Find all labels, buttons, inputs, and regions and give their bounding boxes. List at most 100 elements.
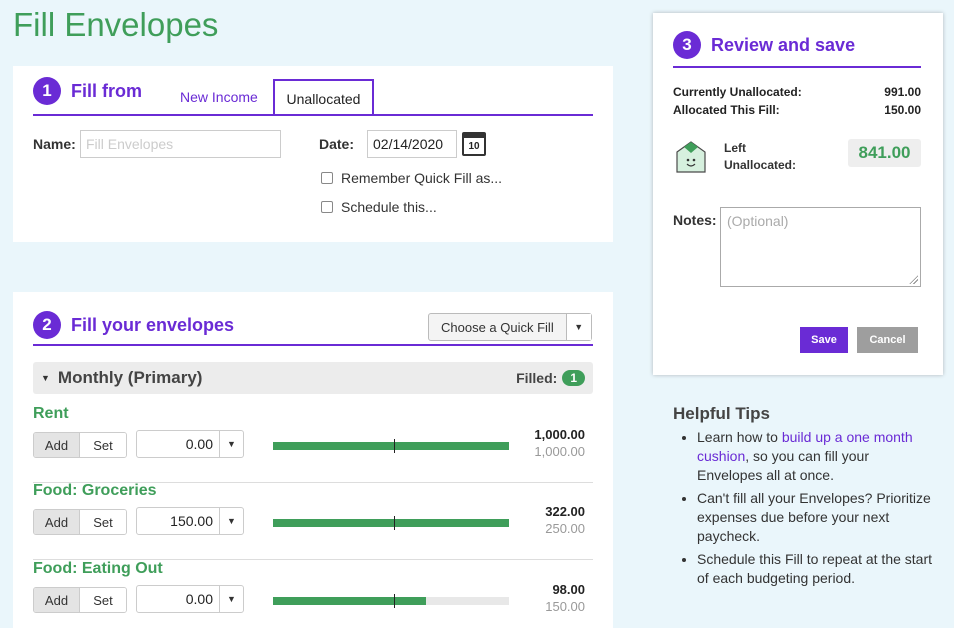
- envelope-budget: 1,000.00: [534, 444, 585, 459]
- name-label: Name:: [33, 136, 76, 152]
- page-title: Fill Envelopes: [13, 6, 219, 43]
- fill-amount-input[interactable]: 150.00 ▼: [136, 507, 244, 535]
- fill-amount-value[interactable]: 150.00: [137, 508, 219, 534]
- left-label-line2: Unallocated:: [724, 158, 797, 172]
- tip-item: Schedule this Fill to repeat at the star…: [697, 550, 933, 588]
- left-label-line1: Left: [724, 141, 746, 155]
- envelope-total: 1,000.00: [534, 427, 585, 442]
- schedule-checkbox[interactable]: [321, 201, 333, 213]
- allocated-this-fill-row: Allocated This Fill: 150.00: [673, 103, 921, 117]
- collapse-triangle-icon[interactable]: ▼: [41, 373, 50, 383]
- resize-grip-icon[interactable]: [909, 275, 918, 284]
- fill-envelopes-header: 2 Fill your envelopes: [33, 311, 234, 339]
- envelope-name: Food: Eating Out: [33, 560, 163, 577]
- set-button[interactable]: Set: [80, 433, 126, 457]
- fill-amount-input[interactable]: 0.00 ▼: [136, 585, 244, 613]
- remember-quick-fill-row[interactable]: Remember Quick Fill as...: [321, 170, 502, 186]
- chevron-down-icon[interactable]: ▼: [219, 586, 243, 612]
- progress-bar: [273, 594, 509, 608]
- add-set-toggle[interactable]: Add Set: [33, 432, 127, 458]
- chevron-down-icon[interactable]: ▼: [219, 431, 243, 457]
- date-label: Date:: [319, 136, 355, 152]
- envelope-row: Food: Eating Out Add Set 0.00 ▼ 98.00 15…: [33, 560, 593, 628]
- fill-from-header: 1 Fill from: [33, 77, 142, 105]
- date-input[interactable]: [367, 130, 457, 158]
- save-button[interactable]: Save: [800, 327, 848, 353]
- fill-from-divider: [33, 114, 593, 116]
- remember-quick-fill-checkbox[interactable]: [321, 172, 333, 184]
- envelope-mascot-icon: [676, 141, 706, 173]
- progress-fill: [273, 597, 427, 605]
- progress-fill: [273, 442, 509, 450]
- currently-unallocated-value: 991.00: [884, 85, 921, 99]
- fill-from-card: 1 Fill from New Income Unallocated Name:…: [13, 66, 613, 242]
- notes-placeholder: (Optional): [727, 213, 789, 229]
- review-card: 3 Review and save Currently Unallocated:…: [653, 13, 943, 375]
- add-button[interactable]: Add: [34, 433, 80, 457]
- calendar-icon[interactable]: 10: [462, 132, 486, 156]
- fill-envelopes-title: Fill your envelopes: [71, 314, 235, 335]
- filled-count-badge: 1: [562, 370, 585, 386]
- helpful-tips: Helpful Tips Learn how to build up a one…: [673, 404, 933, 592]
- schedule-label: Schedule this...: [341, 199, 437, 215]
- envelope-budget: 250.00: [545, 521, 585, 536]
- notes-textarea[interactable]: (Optional): [720, 207, 921, 287]
- notes-label: Notes:: [673, 212, 717, 228]
- quick-fill-dropdown[interactable]: Choose a Quick Fill ▼: [428, 313, 592, 341]
- fill-amount-input[interactable]: 0.00 ▼: [136, 430, 244, 458]
- fill-envelopes-card: 2 Fill your envelopes Choose a Quick Fil…: [13, 292, 613, 628]
- schedule-row[interactable]: Schedule this...: [321, 199, 437, 215]
- cancel-button[interactable]: Cancel: [857, 327, 918, 353]
- tip-item: Learn how to build up a one month cushio…: [697, 428, 933, 485]
- group-header-monthly[interactable]: ▼ Monthly (Primary) Filled: 1: [33, 362, 593, 394]
- add-set-toggle[interactable]: Add Set: [33, 587, 127, 613]
- allocated-value: 150.00: [884, 103, 921, 117]
- envelope-name: Rent: [33, 405, 69, 422]
- progress-marker: [394, 516, 395, 530]
- left-unallocated-value: 841.00: [848, 139, 921, 167]
- chevron-down-icon[interactable]: ▼: [566, 314, 591, 340]
- progress-marker: [394, 594, 395, 608]
- step-2-badge: 2: [33, 311, 61, 339]
- tab-new-income[interactable]: New Income: [180, 89, 258, 105]
- set-button[interactable]: Set: [80, 588, 126, 612]
- chevron-down-icon[interactable]: ▼: [219, 508, 243, 534]
- left-unallocated-label: Left Unallocated:: [724, 140, 796, 174]
- step-1-badge: 1: [33, 77, 61, 105]
- progress-bar: [273, 516, 509, 530]
- envelope-row: Rent Add Set 0.00 ▼ 1,000.00 1,000.00: [33, 405, 593, 483]
- set-button[interactable]: Set: [80, 510, 126, 534]
- progress-fill: [273, 519, 509, 527]
- envelope-budget: 150.00: [545, 599, 585, 614]
- fill-from-title: Fill from: [71, 80, 142, 101]
- group-name: Monthly (Primary): [57, 368, 203, 387]
- fill-amount-value[interactable]: 0.00: [137, 431, 219, 457]
- progress-marker: [394, 439, 395, 453]
- envelope-total: 322.00: [545, 504, 585, 519]
- fill-amount-value[interactable]: 0.00: [137, 586, 219, 612]
- remember-quick-fill-label: Remember Quick Fill as...: [341, 170, 503, 186]
- tips-title: Helpful Tips: [673, 404, 770, 423]
- name-input[interactable]: [80, 130, 281, 158]
- add-button[interactable]: Add: [34, 588, 80, 612]
- tip1-text-pre: Learn how to: [697, 429, 782, 445]
- review-divider: [673, 66, 921, 68]
- add-set-toggle[interactable]: Add Set: [33, 509, 127, 535]
- envelope-name: Food: Groceries: [33, 482, 157, 499]
- filled-indicator: Filled: 1: [516, 370, 585, 386]
- currently-unallocated-label: Currently Unallocated:: [673, 85, 802, 99]
- filled-label: Filled:: [516, 370, 558, 386]
- add-button[interactable]: Add: [34, 510, 80, 534]
- envelope-total: 98.00: [552, 582, 585, 597]
- envelope-row: Food: Groceries Add Set 150.00 ▼ 322.00 …: [33, 482, 593, 560]
- progress-bar: [273, 439, 509, 453]
- quick-fill-label: Choose a Quick Fill: [429, 314, 567, 340]
- tab-unallocated[interactable]: Unallocated: [273, 79, 374, 116]
- fill-envelopes-divider: [33, 344, 593, 346]
- currently-unallocated-row: Currently Unallocated: 991.00: [673, 85, 921, 99]
- allocated-label: Allocated This Fill:: [673, 103, 780, 117]
- tip-item: Can't fill all your Envelopes? Prioritiz…: [697, 489, 933, 546]
- step-3-badge: 3: [673, 31, 701, 59]
- review-title: Review and save: [711, 34, 856, 55]
- review-header: 3 Review and save: [673, 31, 855, 59]
